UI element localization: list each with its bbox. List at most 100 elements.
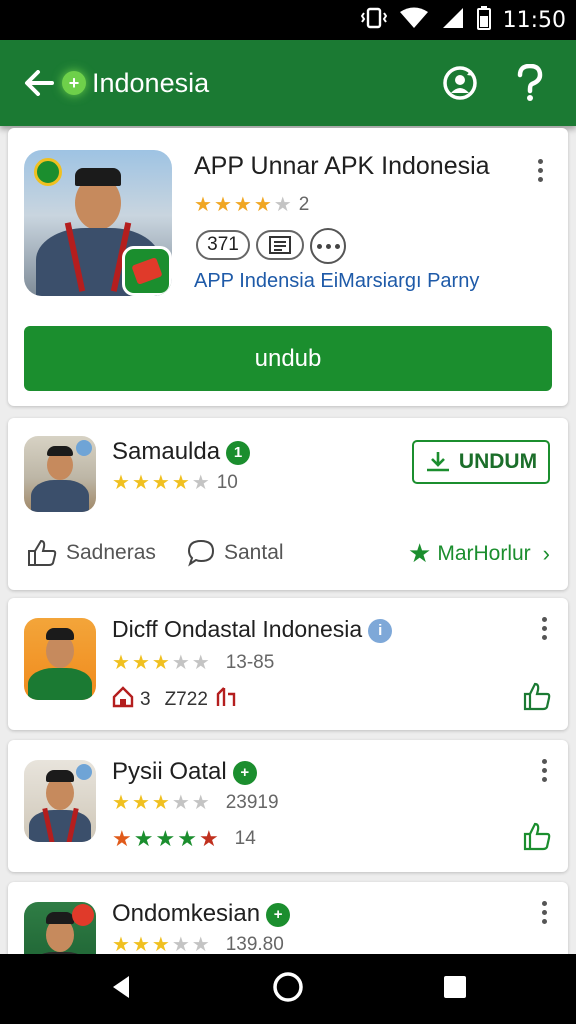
star-filled-icon: ★ <box>112 792 130 814</box>
featured-app-title: APP Unnar APK Indonesia <box>194 152 490 180</box>
star-empty-icon: ★ <box>191 652 210 674</box>
star-filled-icon: ★ <box>151 792 170 814</box>
more-options-button[interactable] <box>530 896 558 928</box>
more-options-button[interactable] <box>530 612 558 644</box>
featured-app-avatar <box>24 150 172 296</box>
downloads-chip[interactable]: 371 <box>196 230 250 260</box>
account-sync-button[interactable] <box>436 59 484 107</box>
action-label: MarHorlur <box>437 541 531 565</box>
help-icon <box>517 64 543 101</box>
more-info-icon <box>316 243 340 249</box>
app-name-text: Pysii Oatal <box>112 758 227 785</box>
meta-value: Z722 <box>164 689 208 710</box>
app-name: Samaulda 1 <box>112 438 251 466</box>
star-filled-icon: ★ <box>194 194 212 216</box>
star-filled-icon: ★ <box>233 194 252 216</box>
download-icon <box>426 452 449 472</box>
star-empty-icon: ★ <box>191 934 210 956</box>
app-name: Ondomkesian + <box>112 900 291 928</box>
star-filled-icon: ★ <box>253 194 272 216</box>
verified-badge: + <box>266 902 291 927</box>
star-filled-icon: ★ <box>112 934 130 956</box>
star-filled-icon: ★ <box>131 652 150 674</box>
app-name-text: Ondomkesian <box>112 900 261 927</box>
app-list-item[interactable]: Samaulda 1 ★ ★ ★ ★ ★ 10 UNDUM Sadneras Santal… <box>8 418 568 590</box>
app-rating: ★ ★ ★ ★ ★ 10 <box>112 472 238 494</box>
action-label: Santal <box>224 541 284 564</box>
comment-icon <box>187 539 215 567</box>
rating-count: 139.80 <box>225 934 284 955</box>
details-chip[interactable] <box>256 230 304 260</box>
cell-signal-icon <box>441 7 465 34</box>
triangle-back-icon <box>113 975 130 998</box>
verified-badge: + <box>232 760 257 785</box>
action-marhorlur[interactable]: ★ MarHorlur › <box>408 538 550 569</box>
account-sync-icon <box>443 66 477 100</box>
system-nav-bar <box>0 954 576 1024</box>
action-sadneras[interactable]: Sadneras <box>26 538 156 568</box>
circle-home-icon <box>273 971 303 1002</box>
star-filled-icon: ★ <box>131 934 150 956</box>
featured-app-card: APP Unnar APK Indonesia ★ ★ ★ ★ ★ 2 371 APP … <box>8 128 568 406</box>
help-button[interactable] <box>506 59 554 107</box>
info-badge: i <box>368 618 393 643</box>
tools-badge-icon <box>72 904 94 926</box>
wifi-icon <box>399 7 429 34</box>
thumbs-up-icon[interactable] <box>522 822 552 852</box>
star-empty-icon: ★ <box>171 792 190 814</box>
back-arrow-icon[interactable] <box>22 66 56 100</box>
vibrate-icon <box>360 7 387 34</box>
star-filled-icon: ★ <box>151 934 170 956</box>
star-empty-icon: ★ <box>171 652 190 674</box>
app-bar: + Indonesia <box>0 40 576 126</box>
star-filled-icon: ★ <box>131 472 150 494</box>
nav-home-button[interactable] <box>272 971 304 1008</box>
app-avatar <box>24 618 96 700</box>
star-filled-icon: ★ <box>131 792 150 814</box>
install-button[interactable]: UNDUM <box>412 440 550 484</box>
thumbs-up-outline-icon <box>28 539 57 566</box>
action-santal[interactable]: Santal <box>186 538 284 568</box>
person-icon <box>214 686 236 714</box>
secondary-rating: ★ ★ ★ ★ ★ 14 <box>112 828 256 850</box>
star-filled-icon: ★ <box>151 652 170 674</box>
star-filled-icon: ★ <box>177 826 197 851</box>
more-options-button[interactable] <box>530 754 558 786</box>
meta-value: 3 <box>140 689 151 710</box>
app-rating: ★ ★ ★ ★ ★ 139.80 <box>112 934 284 956</box>
status-bar: 11:50 <box>0 0 576 40</box>
star-filled-icon: ★ <box>151 472 170 494</box>
star-icon: ★ <box>408 538 432 568</box>
verified-badge: 1 <box>226 440 251 465</box>
app-logo: + <box>62 71 86 95</box>
more-info-button[interactable] <box>310 228 346 264</box>
more-options-button[interactable] <box>526 154 554 186</box>
nav-recents-button[interactable] <box>443 975 467 1004</box>
app-name-text: Samaulda <box>112 438 221 465</box>
star-empty-icon: ★ <box>191 472 210 494</box>
download-button[interactable]: undub <box>24 326 552 391</box>
star-filled-icon: ★ <box>198 826 219 851</box>
nav-back-button[interactable] <box>109 974 133 1005</box>
star-empty-icon: ★ <box>191 792 210 814</box>
page-title: Indonesia <box>92 67 210 98</box>
thumbs-up-icon[interactable] <box>522 682 552 712</box>
star-filled-icon: ★ <box>133 826 154 851</box>
app-list-item[interactable]: Dicff Ondastal Indonesia i ★ ★ ★ ★ ★ 13-85 3 … <box>8 598 568 730</box>
app-name: Dicff Ondastal Indonesia i <box>112 616 393 643</box>
app-avatar <box>24 760 96 842</box>
star-filled-icon: ★ <box>112 826 132 851</box>
app-list-item[interactable]: Pysii Oatal + ★ ★ ★ ★ ★ 23919 ★ ★ ★ ★ ★ 14 <box>8 740 568 872</box>
rating-count: 23919 <box>225 792 279 813</box>
chevron-right-icon: › <box>542 540 550 566</box>
battery-icon <box>476 5 491 35</box>
star-filled-icon: ★ <box>155 826 176 851</box>
featured-rating: ★ ★ ★ ★ ★ 2 <box>194 194 309 216</box>
rating-count: 14 <box>234 828 256 849</box>
app-rating: ★ ★ ★ ★ ★ 23919 <box>112 792 279 814</box>
developer-link[interactable]: APP Indensia EiMarsiargı Parny <box>194 270 479 293</box>
install-button-label: UNDUM <box>458 450 538 473</box>
app-name: Pysii Oatal + <box>112 758 257 786</box>
app-avatar <box>24 436 96 512</box>
app-badge-icon <box>122 246 172 296</box>
